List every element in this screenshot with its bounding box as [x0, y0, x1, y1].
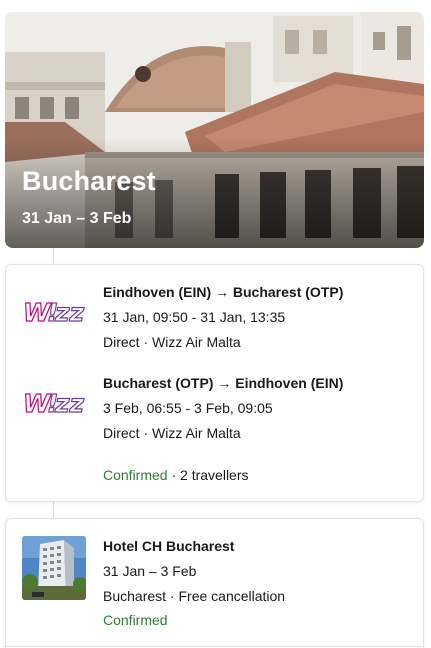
hotel-card[interactable]: Hotel CH Bucharest 31 Jan – 3 Feb Buchar… — [5, 518, 424, 648]
flight-card[interactable]: W ! zz Eindhoven (EIN) → Bucharest (OTP)… — [5, 264, 424, 502]
hotel-status-badge: Confirmed — [103, 612, 168, 628]
destination-dates: 31 Jan – 3 Feb — [22, 210, 132, 227]
hotel-photo — [22, 536, 86, 600]
svg-text:zz: zz — [54, 298, 85, 327]
flight-route: Bucharest (OTP) → Eindhoven (EIN) — [103, 375, 344, 391]
timeline-connector — [53, 248, 54, 264]
flight-status-row: Confirmed · 2 travellers — [103, 467, 249, 483]
hotel-dates: 31 Jan – 3 Feb — [103, 563, 197, 579]
flight-times: 31 Jan, 09:50 - 31 Jan, 13:35 — [103, 309, 286, 325]
hotel-name: Hotel CH Bucharest — [103, 538, 235, 554]
wizz-air-logo-icon: W ! zz — [22, 388, 85, 418]
flight-status-badge: Confirmed — [103, 467, 168, 483]
traveller-count: · 2 travellers — [167, 467, 249, 483]
flight-times: 3 Feb, 06:55 - 3 Feb, 09:05 — [103, 400, 273, 416]
hotel-location: Bucharest · Free cancellation — [103, 588, 286, 604]
svg-text:zz: zz — [54, 389, 85, 418]
destination-title: Bucharest — [22, 166, 156, 196]
flight-route: Eindhoven (EIN) → Bucharest (OTP) — [103, 284, 344, 300]
divider — [6, 646, 423, 647]
destination-hero[interactable]: Bucharest 31 Jan – 3 Feb — [5, 12, 424, 248]
flight-details: Direct · Wizz Air Malta — [103, 334, 241, 350]
timeline-connector — [53, 502, 54, 518]
flight-details: Direct · Wizz Air Malta — [103, 425, 241, 441]
wizz-air-logo-icon: W ! zz — [22, 297, 85, 327]
